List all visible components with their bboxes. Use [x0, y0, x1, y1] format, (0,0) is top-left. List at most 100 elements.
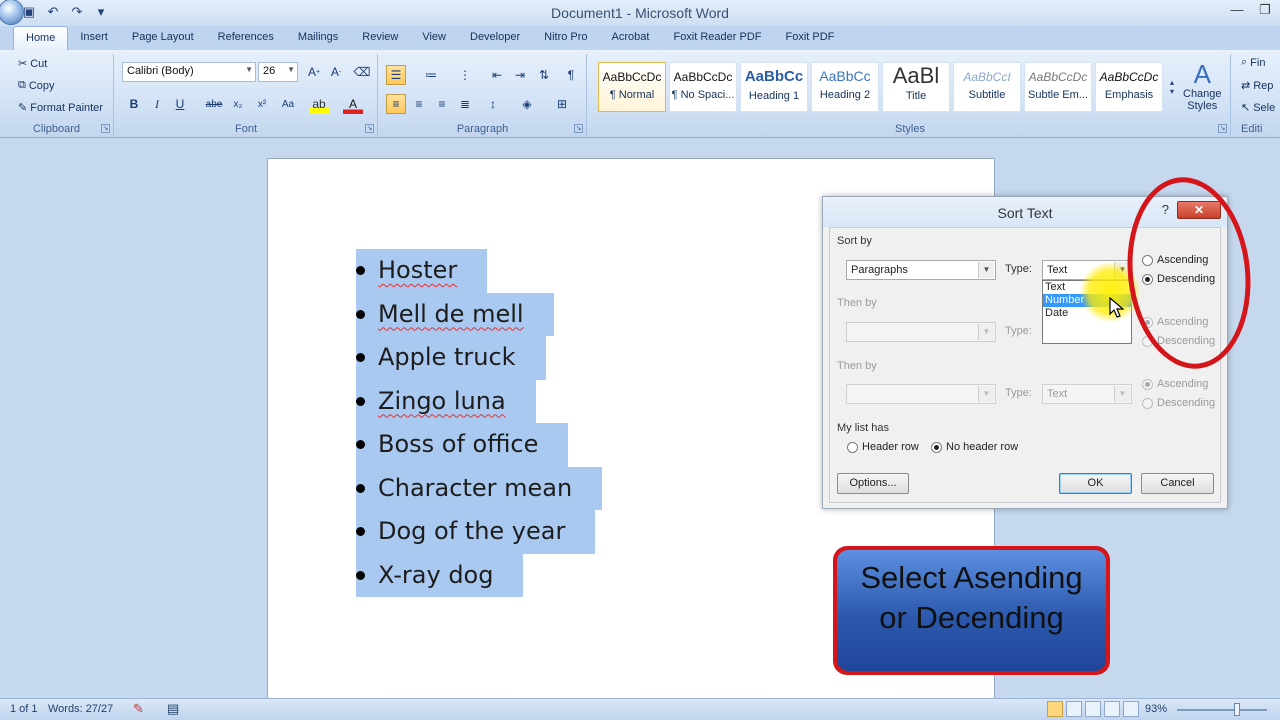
- cut-button[interactable]: ✂ Cut: [18, 57, 47, 71]
- tab-page-layout[interactable]: Page Layout: [120, 26, 206, 50]
- shrink-font-icon[interactable]: A-: [326, 62, 346, 82]
- macro-record-icon[interactable]: ▤: [167, 701, 179, 717]
- list-item[interactable]: Character mean: [356, 466, 603, 510]
- style-title[interactable]: AaBl Title: [882, 62, 950, 112]
- show-hide-icon[interactable]: ¶: [561, 65, 581, 85]
- draft-view-icon[interactable]: [1123, 701, 1139, 717]
- tab-mailings[interactable]: Mailings: [286, 26, 350, 50]
- list-item[interactable]: Boss of office: [356, 423, 602, 467]
- ribbon-tabs: Home Insert Page Layout References Maili…: [0, 26, 1280, 50]
- list-item[interactable]: Dog of the year: [356, 510, 602, 554]
- select-button[interactable]: ↖ Sele: [1241, 101, 1276, 115]
- restore-icon[interactable]: ❐: [1258, 2, 1272, 18]
- style-normal[interactable]: AaBbCcDc ¶ Normal: [598, 62, 666, 112]
- line-spacing-icon[interactable]: ↕: [483, 94, 503, 114]
- list-item[interactable]: Mell de mell: [356, 292, 602, 336]
- tab-review[interactable]: Review: [350, 26, 410, 50]
- highlight-color-icon[interactable]: ab: [309, 94, 329, 114]
- print-layout-view-icon[interactable]: [1047, 701, 1063, 717]
- format-painter-button[interactable]: ✎ Format Painter: [18, 101, 103, 115]
- styles-launcher-icon[interactable]: ↘: [1218, 124, 1227, 133]
- tab-references[interactable]: References: [206, 26, 286, 50]
- no-header-row-radio[interactable]: No header row: [931, 441, 1018, 453]
- list-item[interactable]: Hoster: [356, 249, 602, 293]
- multilevel-list-icon[interactable]: ⋮: [455, 65, 475, 85]
- bold-icon[interactable]: B: [124, 94, 144, 114]
- align-left-icon[interactable]: ≡: [386, 94, 406, 114]
- then-by-type-select-2[interactable]: Text ▼: [1042, 384, 1132, 404]
- style-subtitle[interactable]: AaBbCcI Subtitle: [953, 62, 1021, 112]
- tab-view[interactable]: View: [410, 26, 458, 50]
- zoom-level[interactable]: 93%: [1145, 703, 1167, 715]
- borders-icon[interactable]: ⊞: [552, 94, 572, 114]
- find-button[interactable]: ⌕ Fin: [1241, 56, 1265, 69]
- tab-nitro-pro[interactable]: Nitro Pro: [532, 26, 599, 50]
- list-item[interactable]: Apple truck: [356, 336, 602, 380]
- then-by-2-descending-radio[interactable]: Descending: [1142, 397, 1215, 409]
- select-label: Sele: [1253, 101, 1276, 114]
- font-size-combo[interactable]: 26 ▼: [258, 62, 298, 82]
- increase-indent-icon[interactable]: ⇥: [510, 65, 530, 85]
- subscript-icon[interactable]: x₂: [228, 94, 248, 114]
- font-name-combo[interactable]: Calibri (Body) ▼: [122, 62, 256, 82]
- style-heading-2[interactable]: AaBbCc Heading 2: [811, 62, 879, 112]
- font-launcher-icon[interactable]: ↘: [365, 124, 374, 133]
- grow-font-icon[interactable]: A +: [304, 62, 324, 82]
- underline-icon[interactable]: U: [170, 94, 190, 114]
- list-item[interactable]: X-ray dog: [356, 553, 602, 597]
- clear-formatting-icon[interactable]: ⌫: [352, 62, 372, 82]
- style-emphasis[interactable]: AaBbCcDc Emphasis: [1095, 62, 1163, 112]
- tab-developer[interactable]: Developer: [458, 26, 532, 50]
- sort-by-select[interactable]: Paragraphs ▼: [846, 260, 996, 280]
- shading-icon[interactable]: ◈: [517, 94, 537, 114]
- tab-foxit-reader-pdf[interactable]: Foxit Reader PDF: [661, 26, 773, 50]
- then-by-2-ascending-radio[interactable]: Ascending: [1142, 378, 1208, 390]
- sort-icon[interactable]: ⇅: [534, 65, 554, 85]
- tab-foxit-pdf[interactable]: Foxit PDF: [774, 26, 847, 50]
- font-color-icon[interactable]: A: [343, 94, 363, 114]
- replace-button[interactable]: ⇄ Rep: [1241, 79, 1273, 93]
- style-subtle-emphasis[interactable]: AaBbCcDc Subtle Em...: [1024, 62, 1092, 112]
- copy-button[interactable]: ⧉ Copy: [18, 79, 55, 92]
- bullets-icon[interactable]: ☰: [386, 65, 406, 85]
- strikethrough-icon[interactable]: abe: [204, 94, 224, 114]
- font-name-value: Calibri (Body): [127, 65, 194, 77]
- superscript-icon[interactable]: x²: [252, 94, 272, 114]
- word-count[interactable]: Words: 27/27: [48, 703, 113, 715]
- tab-insert[interactable]: Insert: [68, 26, 120, 50]
- change-case-icon[interactable]: Aa: [278, 94, 298, 114]
- outline-view-icon[interactable]: [1104, 701, 1120, 717]
- numbering-icon[interactable]: ≔: [421, 65, 441, 85]
- cancel-button[interactable]: Cancel: [1141, 473, 1214, 494]
- justify-icon[interactable]: ≣: [455, 94, 475, 114]
- italic-icon[interactable]: I: [147, 94, 167, 114]
- styles-scroll-icon[interactable]: ▴ ▾: [1166, 62, 1178, 112]
- ok-button[interactable]: OK: [1059, 473, 1132, 494]
- replace-icon: ⇄: [1241, 80, 1251, 92]
- clipboard-launcher-icon[interactable]: ↘: [101, 124, 110, 133]
- list-item[interactable]: Zingo luna: [356, 379, 602, 423]
- zoom-slider-thumb[interactable]: [1234, 703, 1240, 716]
- then-by-select-2[interactable]: ▼: [846, 384, 996, 404]
- align-center-icon[interactable]: ≡: [409, 94, 429, 114]
- then-by-select[interactable]: ▼: [846, 322, 996, 342]
- style-preview: AaBbCcDc: [602, 70, 662, 84]
- full-screen-reading-view-icon[interactable]: [1066, 701, 1082, 717]
- paragraph-launcher-icon[interactable]: ↘: [574, 124, 583, 133]
- proofing-icon[interactable]: ✎: [133, 701, 144, 717]
- change-styles-button[interactable]: A Change Styles: [1183, 60, 1222, 112]
- copy-label: Copy: [28, 79, 55, 92]
- align-right-icon[interactable]: ≡: [432, 94, 452, 114]
- web-layout-view-icon[interactable]: [1085, 701, 1101, 717]
- page-count[interactable]: 1 of 1: [10, 703, 38, 715]
- decrease-indent-icon[interactable]: ⇤: [487, 65, 507, 85]
- title-bar: ▣ ↶ ↷ ▾ Document1 - Microsoft Word — ❐: [0, 0, 1280, 26]
- style-heading-1[interactable]: AaBbCc Heading 1: [740, 62, 808, 112]
- header-row-radio[interactable]: Header row: [847, 441, 919, 453]
- style-no-spacing[interactable]: AaBbCcDc ¶ No Spaci...: [669, 62, 737, 112]
- minimize-icon[interactable]: —: [1230, 2, 1244, 18]
- zoom-slider[interactable]: [1177, 709, 1267, 711]
- tab-acrobat[interactable]: Acrobat: [600, 26, 662, 50]
- tab-home[interactable]: Home: [13, 26, 69, 50]
- options-button[interactable]: Options...: [837, 473, 909, 494]
